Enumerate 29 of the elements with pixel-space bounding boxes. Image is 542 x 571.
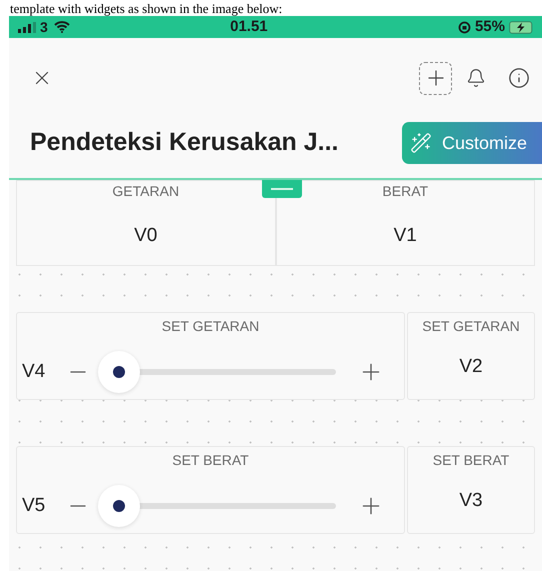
widget-label: SET GETARAN: [422, 317, 520, 336]
carrier-label: 3: [40, 18, 48, 36]
clock-time: 01.51: [229, 16, 269, 37]
widget-label: SET BERAT: [172, 451, 249, 470]
widget-value: V0: [134, 224, 158, 248]
document-caption: template with widgets as shown in the image below:: [10, 1, 282, 16]
rotation-lock-icon: [458, 20, 471, 34]
drag-handle[interactable]: [262, 180, 302, 198]
slider-value: V5: [22, 494, 46, 518]
widget-label: SET GETARAN: [162, 317, 260, 336]
magic-wand-icon: [410, 132, 432, 154]
slider-value: V4: [22, 360, 46, 384]
signal-icon: [18, 22, 36, 32]
widget-value: V1: [394, 224, 417, 248]
customize-button[interactable]: Customize: [402, 122, 542, 164]
widget-value: V2: [459, 355, 483, 379]
widget-label: BERAT: [382, 182, 428, 201]
widget-label: SET BERAT: [432, 451, 510, 470]
wifi-icon: [54, 21, 70, 33]
dashboard-title: Pendeteksi Kerusakan J...: [30, 127, 340, 158]
widget-value: V3: [459, 489, 483, 513]
battery-charging-icon: [509, 20, 533, 34]
slider-thumb[interactable]: [98, 485, 140, 527]
slider-thumb[interactable]: [98, 351, 140, 393]
widget-label: GETARAN: [112, 182, 180, 201]
add-widget-button[interactable]: [419, 62, 452, 94]
notification-bell-icon[interactable]: [466, 68, 486, 88]
battery-percent: 55%: [474, 16, 505, 37]
info-icon[interactable]: [508, 67, 530, 89]
